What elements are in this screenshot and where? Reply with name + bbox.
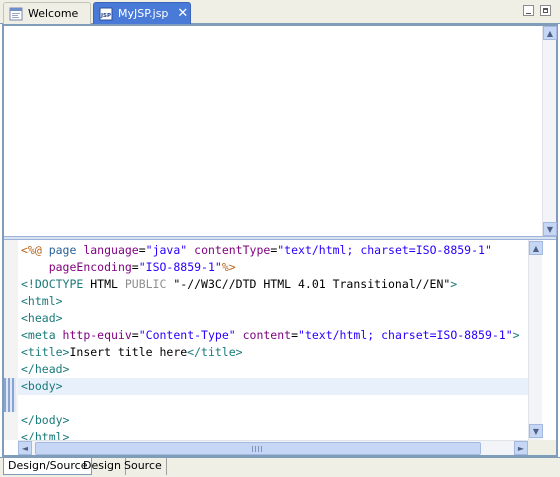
scroll-down-arrow-icon[interactable]: ▼ — [529, 424, 543, 438]
scrollbar-corner — [528, 440, 556, 455]
attr-name: content — [242, 328, 292, 342]
horizontal-scroll-thumb[interactable] — [35, 442, 481, 455]
attr-value: "text/html; charset=ISO-8859-1" — [277, 243, 492, 257]
close-icon[interactable]: ✕ — [177, 6, 188, 21]
equals: = — [131, 260, 139, 274]
scroll-up-arrow-icon[interactable]: ▲ — [543, 26, 557, 40]
source-vertical-scrollbar[interactable]: ▲ ▼ — [528, 240, 543, 440]
attr-name: language — [83, 243, 139, 257]
design-vertical-scrollbar[interactable]: ▲ ▼ — [542, 26, 557, 236]
jsp-directive-close: %> — [221, 260, 236, 274]
svg-text:JSP: JSP — [100, 13, 111, 19]
attr-name: http-equiv — [62, 328, 132, 342]
source-line: <!DOCTYPE HTML PUBLIC "-//W3C//DTD HTML … — [18, 276, 528, 293]
equals: = — [138, 243, 146, 257]
doctype-tag: <!DOCTYPE — [21, 277, 84, 291]
editor-mode-tabs: Design/Source Design Source — [0, 457, 560, 477]
source-line: <title>Insert title here</title> — [18, 344, 528, 361]
doctype-html: HTML — [83, 277, 125, 291]
directive-name: page — [41, 243, 84, 257]
attr-value: "ISO-8859-1" — [138, 260, 222, 274]
source-line — [18, 395, 528, 412]
doctype-id: "-//W3C//DTD HTML 4.01 Transitional//EN" — [173, 277, 451, 291]
source-line: <meta http-equiv="Content-Type" content=… — [18, 327, 528, 344]
source-line: </body> — [21, 413, 70, 427]
design-pane[interactable] — [4, 26, 542, 236]
source-line: <head> — [21, 311, 63, 325]
source-line: </head> — [21, 362, 70, 376]
doctype-public: PUBLIC — [124, 277, 167, 291]
scroll-right-arrow-icon[interactable]: ► — [514, 441, 528, 455]
source-line: </html> — [21, 430, 70, 440]
current-line-marker — [4, 378, 16, 412]
scroll-up-arrow-icon[interactable]: ▲ — [529, 241, 543, 255]
maximize-button[interactable] — [540, 5, 551, 16]
tab-source[interactable]: Source — [120, 458, 167, 475]
grip-icon — [252, 446, 262, 452]
attr-value: "java" — [145, 243, 188, 257]
tag-open: <meta — [21, 328, 63, 342]
attr-value: "text/html; charset=ISO-8859-1" — [298, 328, 513, 342]
tag-close: > — [512, 328, 520, 342]
title-text: Insert title here — [69, 345, 188, 359]
source-editor[interactable]: <%@ page language="java" contentType="te… — [18, 240, 528, 440]
tab-myjsp-label: MyJSP.jsp — [118, 7, 169, 20]
jsp-directive-open: <%@ — [21, 243, 42, 257]
tab-welcome[interactable]: Welcome — [3, 2, 91, 24]
tag-open: <title> — [21, 345, 70, 359]
equals: = — [131, 328, 139, 342]
source-horizontal-scrollbar[interactable]: ◄ ► — [18, 440, 528, 455]
welcome-page-icon — [9, 7, 23, 20]
current-source-line: <body> — [18, 378, 528, 395]
source-line: pageEncoding="ISO-8859-1"%> — [18, 259, 528, 276]
equals: = — [291, 328, 299, 342]
tag-close: </title> — [187, 345, 243, 359]
tab-myjsp[interactable]: JSP MyJSP.jsp ✕ — [93, 2, 191, 24]
source-line: <%@ page language="java" contentType="te… — [18, 242, 528, 259]
attr-value: "Content-Type" — [138, 328, 236, 342]
tag-close: > — [450, 277, 458, 291]
jsp-file-icon: JSP — [99, 7, 113, 20]
tab-design[interactable]: Design — [79, 458, 126, 475]
minimize-button[interactable] — [523, 5, 534, 16]
attr-name: contentType — [194, 243, 271, 257]
scroll-left-arrow-icon[interactable]: ◄ — [18, 441, 32, 455]
scroll-down-arrow-icon[interactable]: ▼ — [543, 222, 557, 236]
attr-name: pageEncoding — [48, 260, 132, 274]
tab-welcome-label: Welcome — [28, 7, 79, 20]
source-line: <html> — [21, 294, 63, 308]
